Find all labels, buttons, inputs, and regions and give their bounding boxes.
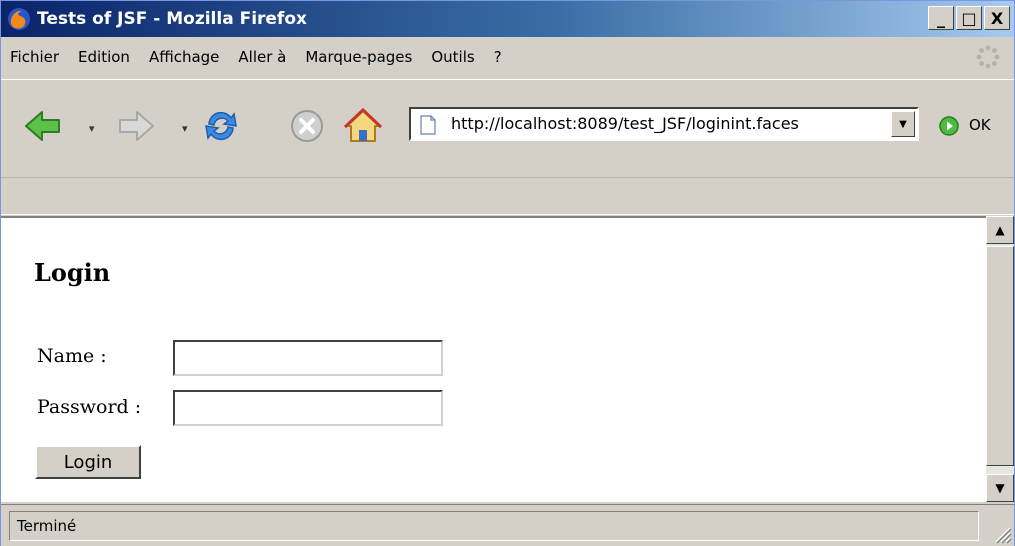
go-icon[interactable]	[939, 116, 959, 136]
menu-aller-a[interactable]: Aller à	[238, 48, 286, 66]
scroll-up-button[interactable]: ▲	[986, 216, 1014, 244]
page-content: Login Name : Password : Login	[1, 216, 986, 502]
status-panel: Terminé	[9, 511, 979, 541]
window-title: Tests of JSF - Mozilla Firefox	[37, 9, 307, 29]
maximize-button[interactable]: □	[956, 6, 982, 30]
status-text: Terminé	[17, 517, 77, 535]
menu-fichier[interactable]: Fichier	[10, 48, 59, 66]
url-dropdown-button[interactable]: ▼	[891, 111, 915, 137]
minimize-button[interactable]: _	[928, 6, 954, 30]
forward-dropdown-icon[interactable]: ▾	[182, 122, 188, 135]
menu-help[interactable]: ?	[494, 48, 502, 66]
page-icon	[420, 115, 436, 135]
name-input[interactable]	[173, 340, 443, 376]
firefox-logo-icon	[8, 8, 30, 30]
menu-outils[interactable]: Outils	[431, 48, 474, 66]
menu-affichage[interactable]: Affichage	[149, 48, 219, 66]
scroll-thumb[interactable]	[986, 246, 1014, 466]
address-bar[interactable]: http://localhost:8089/test_JSF/loginint.…	[409, 107, 919, 141]
back-icon[interactable]	[23, 106, 63, 146]
resize-grip-icon[interactable]	[990, 522, 1012, 544]
scroll-down-button[interactable]: ▼	[986, 474, 1014, 502]
menu-bar: Fichier Edition Affichage Aller à Marque…	[1, 37, 1014, 77]
back-dropdown-icon[interactable]: ▾	[89, 122, 95, 135]
browser-window: Tests of JSF - Mozilla Firefox _ □ X Fic…	[0, 0, 1015, 546]
stop-icon[interactable]	[287, 106, 327, 146]
throbber-icon	[976, 45, 1000, 69]
menu-marque-pages[interactable]: Marque-pages	[305, 48, 412, 66]
bookmarks-toolbar	[1, 177, 1014, 215]
vertical-scrollbar[interactable]: ▲ ▼	[986, 216, 1014, 502]
menu-edition[interactable]: Edition	[78, 48, 130, 66]
name-label: Name :	[37, 345, 107, 367]
forward-icon[interactable]	[116, 106, 156, 146]
home-icon[interactable]	[343, 106, 383, 146]
password-input[interactable]	[173, 390, 443, 426]
password-label: Password :	[37, 396, 142, 418]
reload-icon[interactable]	[201, 106, 241, 146]
login-button[interactable]: Login	[35, 445, 141, 479]
page-heading: Login	[34, 258, 111, 287]
title-bar[interactable]: Tests of JSF - Mozilla Firefox _ □ X	[1, 1, 1014, 37]
go-button-label[interactable]: OK	[969, 116, 991, 134]
status-bar: Terminé	[1, 504, 1014, 546]
close-button[interactable]: X	[984, 6, 1010, 30]
url-text[interactable]: http://localhost:8089/test_JSF/loginint.…	[451, 114, 799, 133]
navigation-toolbar: ▾ ▾ http://localhost:8089/test_JSF/login…	[1, 79, 1014, 176]
